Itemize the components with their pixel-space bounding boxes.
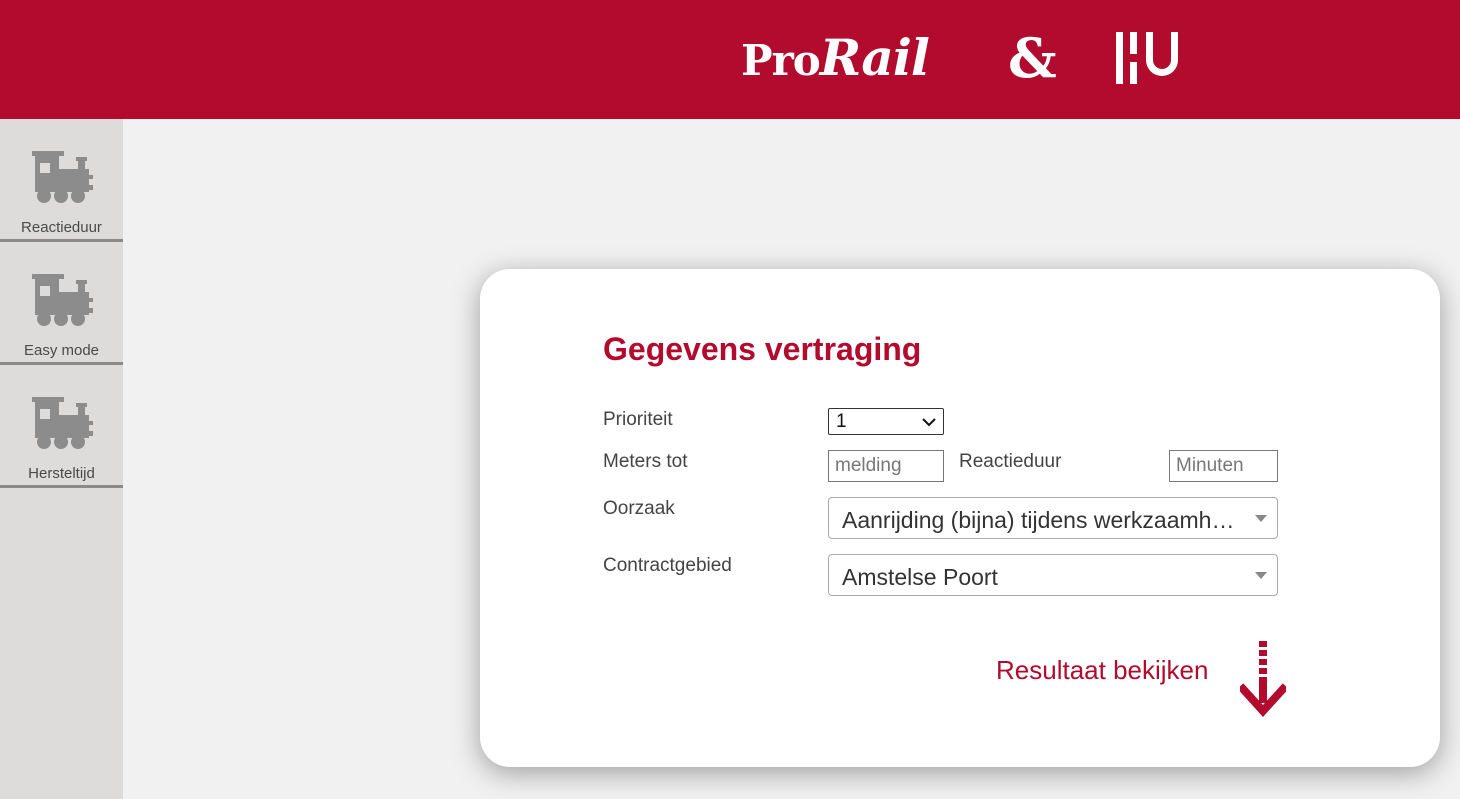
reactieduur-label: Reactieduur — [959, 451, 1062, 472]
prorail-logo: ProRail — [741, 28, 930, 87]
top-header: ProRail & — [0, 0, 1460, 119]
dropdown-arrow-icon — [1255, 515, 1267, 522]
sidebar-item-easy-mode[interactable]: Easy mode — [0, 242, 123, 365]
hu-logo — [1116, 32, 1178, 84]
meters-input[interactable] — [828, 450, 944, 482]
result-link[interactable]: Resultaat bekijken — [996, 655, 1208, 686]
oorzaak-value: Aanrijding (bijna) tijdens werkzaamheden — [842, 507, 1242, 533]
prioriteit-select[interactable]: 1 — [828, 408, 944, 435]
contractgebied-value: Amstelse Poort — [842, 564, 998, 590]
delay-form-card: Gegevens vertraging Prioriteit 1 Meters … — [480, 269, 1440, 767]
contractgebied-label: Contractgebied — [603, 555, 732, 576]
train-icon — [32, 151, 93, 203]
ampersand-logo: & — [1008, 26, 1057, 90]
chevron-down-icon — [922, 418, 936, 427]
train-icon — [32, 274, 93, 326]
sidebar-item-label: Easy mode — [23, 342, 100, 359]
reactieduur-input[interactable] — [1169, 450, 1278, 482]
sidebar-item-reactieduur[interactable]: Reactieduur — [0, 119, 123, 242]
dropdown-arrow-icon — [1255, 572, 1267, 579]
prioriteit-value: 1 — [836, 411, 847, 432]
train-icon — [32, 397, 93, 449]
prioriteit-label: Prioriteit — [603, 409, 673, 430]
form-title: Gegevens vertraging — [603, 331, 922, 367]
contractgebied-dropdown[interactable]: Amstelse Poort — [828, 554, 1278, 596]
meters-label: Meters tot — [603, 451, 688, 472]
sidebar-item-label: Hersteltijd — [28, 465, 95, 482]
sidebar: Reactieduur Easy mode Hersteltijd — [0, 119, 123, 799]
oorzaak-dropdown[interactable]: Aanrijding (bijna) tijdens werkzaamheden — [828, 497, 1278, 539]
sidebar-item-label: Reactieduur — [21, 219, 102, 236]
down-arrow-icon[interactable] — [1240, 641, 1286, 719]
oorzaak-label: Oorzaak — [603, 498, 675, 519]
sidebar-item-hersteltijd[interactable]: Hersteltijd — [0, 365, 123, 488]
